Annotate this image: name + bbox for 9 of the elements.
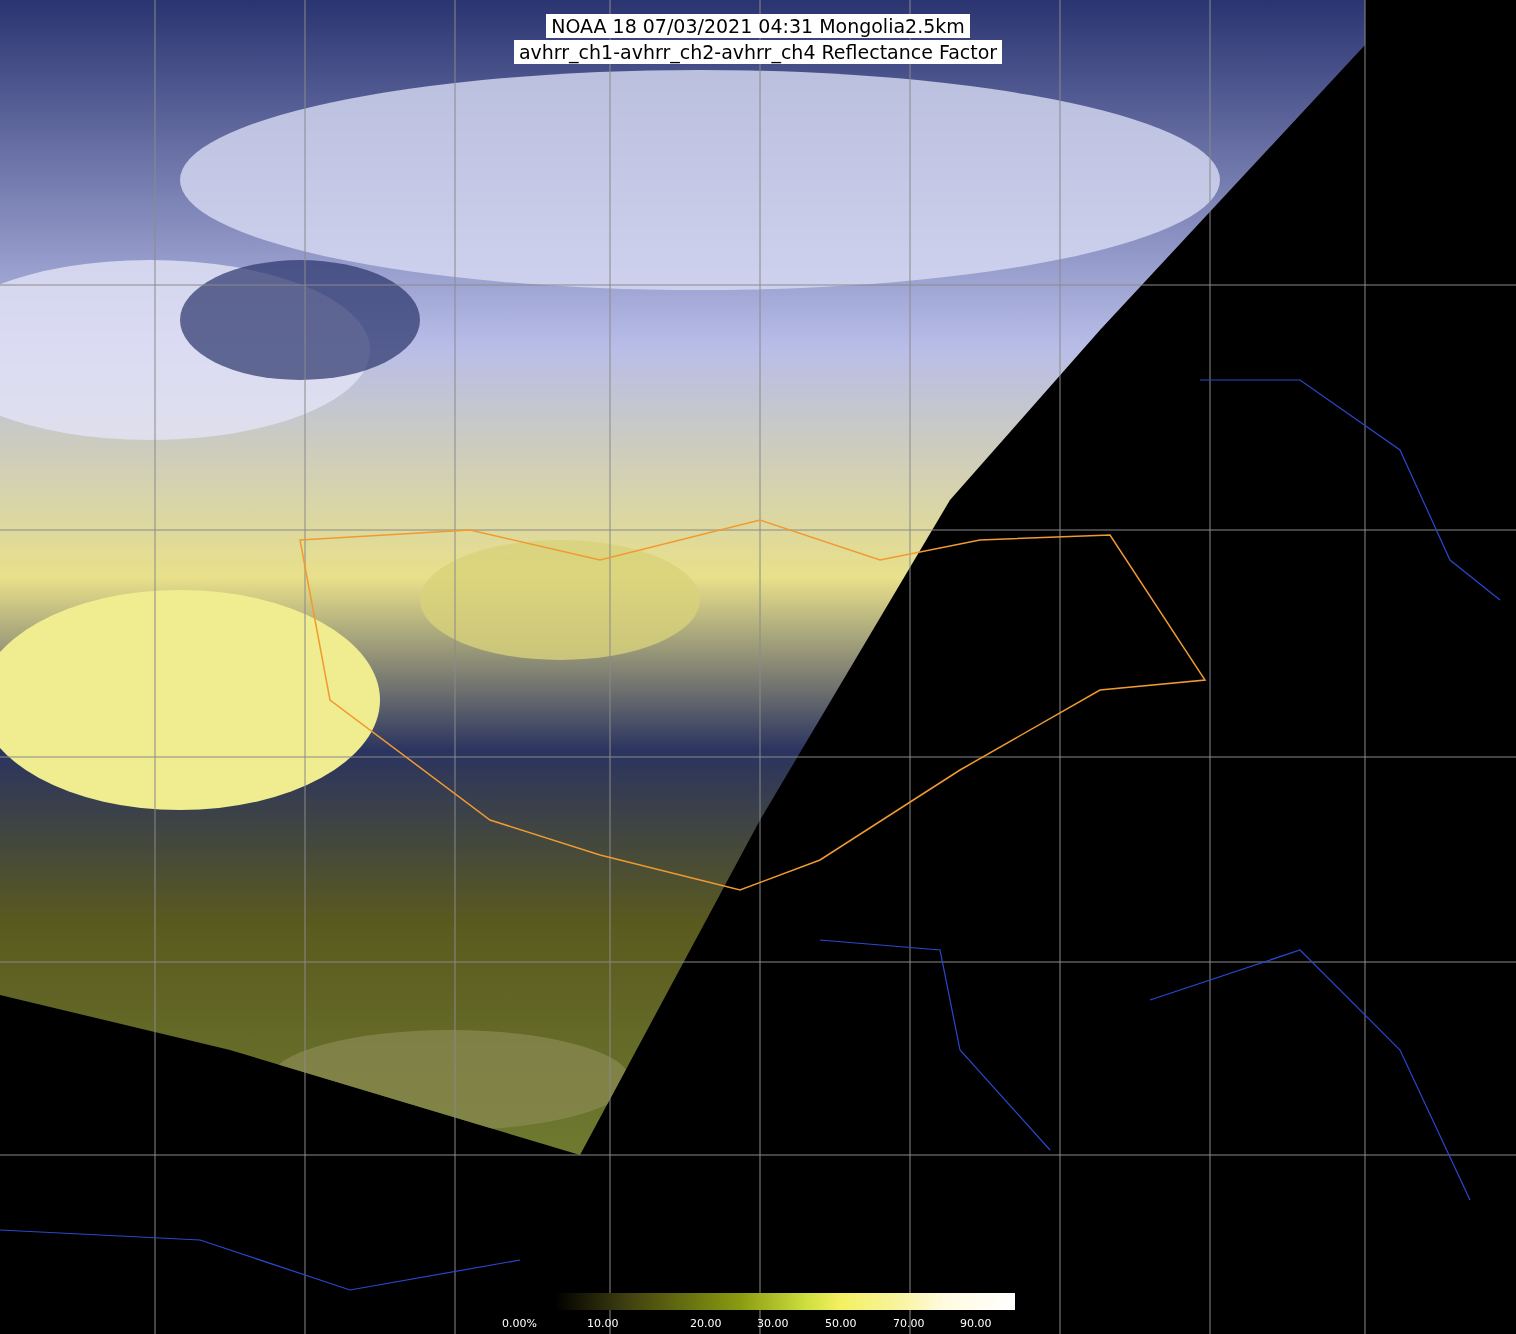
colorbar-label: 30.00 — [757, 1317, 789, 1330]
colorbar-label: 90.00 — [960, 1317, 992, 1330]
colorbar-label: 70.00 — [893, 1317, 925, 1330]
colorbar-label: 20.00 — [690, 1317, 722, 1330]
colorbar-label: 50.00 — [825, 1317, 857, 1330]
map-title: avhrr_ch1-avhrr_ch2-avhrr_ch4 Reflectance Factor — [513, 40, 1003, 64]
colorbar-label: 10.00 — [587, 1317, 619, 1330]
colorbar-label: 0.00% — [502, 1317, 537, 1330]
map-title: NOAA 18 07/03/2021 04:31 Mongolia2.5km — [546, 14, 970, 38]
